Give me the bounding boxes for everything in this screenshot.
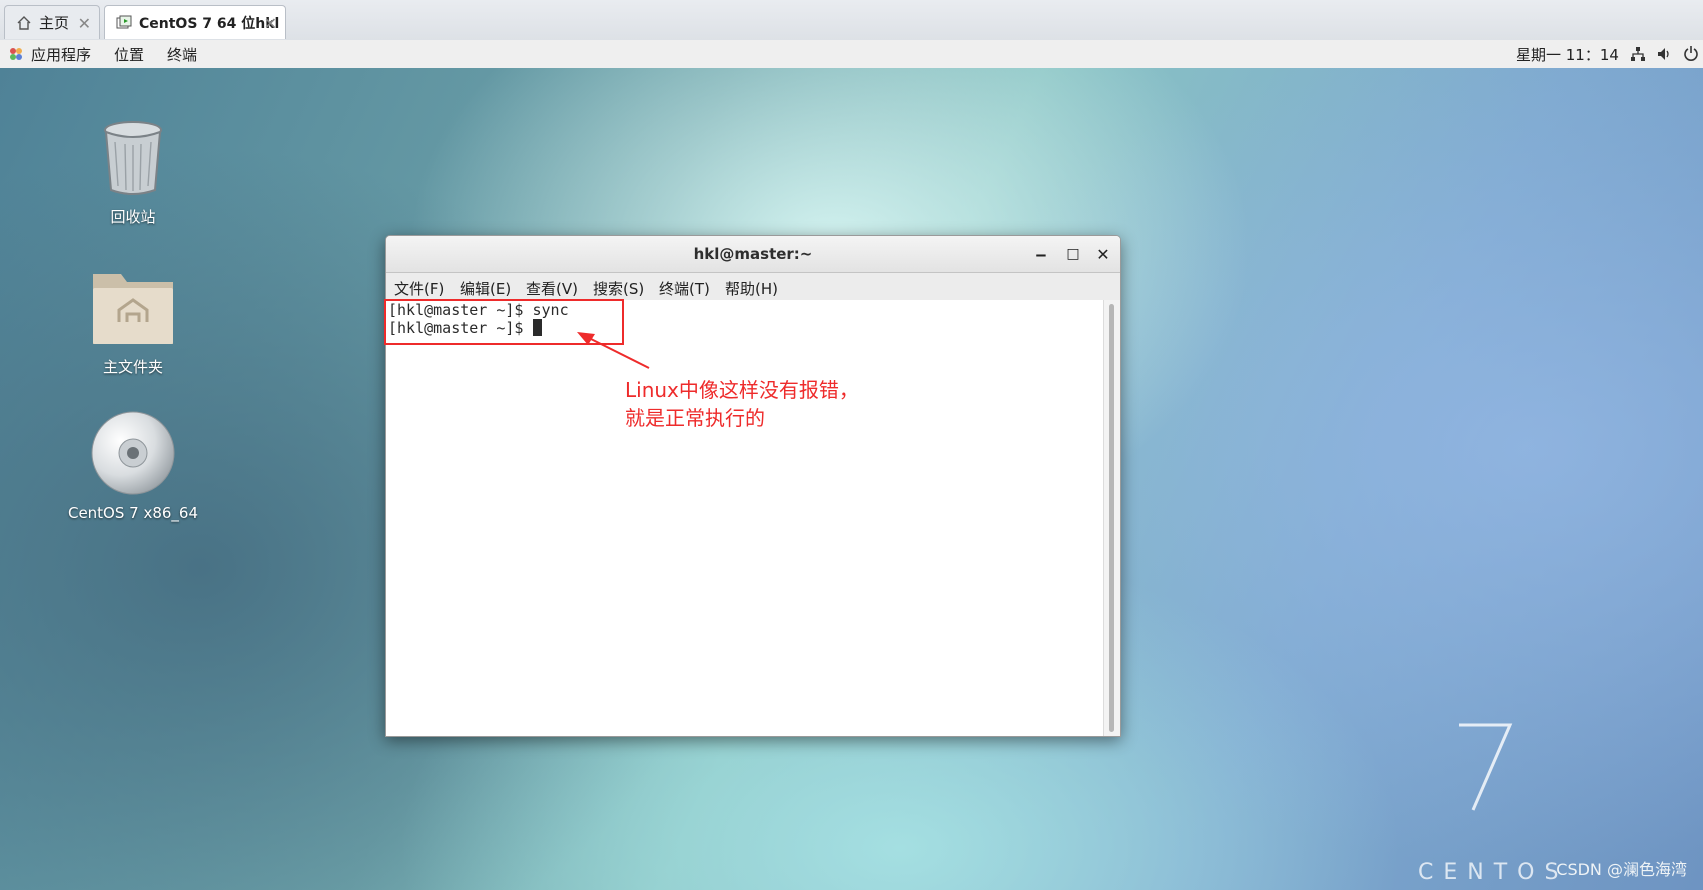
terminal-menubar: 文件(F) 编辑(E) 查看(V) 搜索(S) 终端(T) 帮助(H) bbox=[386, 273, 1120, 301]
clock[interactable]: 星期一 11：14 bbox=[1516, 44, 1619, 65]
home-folder-icon bbox=[93, 274, 173, 344]
desktop-icon-label: CentOS 7 x86_64 bbox=[67, 504, 199, 522]
desktop-icon-trash[interactable]: 回收站 bbox=[63, 118, 203, 227]
volume-icon[interactable] bbox=[1656, 46, 1672, 66]
applications-icon bbox=[8, 46, 24, 66]
csdn-watermark: CSDN @澜色海湾 bbox=[1556, 860, 1687, 879]
disc-icon bbox=[91, 411, 175, 495]
tab-centos-vm-label: CentOS 7 64 位hkl bbox=[139, 15, 280, 32]
annotation-arrow bbox=[577, 332, 650, 369]
close-icon[interactable]: ✕ bbox=[78, 14, 91, 33]
menu-terminal[interactable]: 终端(T) bbox=[659, 278, 710, 299]
minimize-button[interactable]: ‒ bbox=[1029, 242, 1053, 266]
desktop-icon-label: 回收站 bbox=[110, 208, 156, 226]
power-icon[interactable] bbox=[1683, 45, 1699, 65]
menu-edit[interactable]: 编辑(E) bbox=[460, 278, 511, 299]
desktop-icon-disc[interactable]: CentOS 7 x86_64 bbox=[63, 410, 203, 522]
trash-icon bbox=[104, 121, 162, 195]
close-icon[interactable]: ✕ bbox=[264, 14, 277, 33]
desktop-icon-label: 主文件夹 bbox=[102, 358, 163, 376]
vmware-tab-strip: 主页 ✕ CentOS 7 64 位hkl ✕ bbox=[0, 0, 1703, 41]
places-menu[interactable]: 位置 bbox=[114, 44, 144, 65]
desktop-icon-home-folder[interactable]: 主文件夹 bbox=[63, 264, 203, 377]
window-titlebar[interactable]: hkl@master:~ ‒ □ ✕ bbox=[386, 236, 1120, 273]
terminal-scrollbar[interactable] bbox=[1103, 300, 1120, 736]
tab-home-label: 主页 bbox=[39, 14, 70, 32]
annotation-line-2: 就是正常执行的 bbox=[625, 406, 765, 430]
annotation-text: Linux中像这样没有报错， 就是正常执行的 bbox=[625, 376, 859, 432]
tab-centos-vm[interactable]: CentOS 7 64 位hkl ✕ bbox=[104, 5, 286, 39]
menu-help[interactable]: 帮助(H) bbox=[725, 278, 778, 299]
menu-view[interactable]: 查看(V) bbox=[526, 278, 578, 299]
terminal-output[interactable]: [hkl@master ~]$ sync [hkl@master ~]$ bbox=[386, 300, 1104, 736]
network-icon[interactable] bbox=[1630, 46, 1646, 66]
close-button[interactable]: ✕ bbox=[1091, 242, 1115, 266]
tab-home[interactable]: 主页 ✕ bbox=[4, 5, 100, 39]
annotation-line-1: Linux中像这样没有报错， bbox=[625, 378, 859, 402]
menu-file[interactable]: 文件(F) bbox=[394, 278, 444, 299]
applications-menu[interactable]: 应用程序 bbox=[31, 44, 91, 65]
scrollbar-thumb[interactable] bbox=[1109, 304, 1114, 732]
terminal-menu[interactable]: 终端 bbox=[167, 44, 197, 65]
centos-wordmark: CENTOS bbox=[1418, 860, 1569, 885]
home-icon bbox=[15, 14, 33, 32]
maximize-button[interactable]: □ bbox=[1061, 242, 1085, 266]
menu-search[interactable]: 搜索(S) bbox=[593, 278, 644, 299]
vm-icon bbox=[115, 14, 133, 32]
gnome-top-bar: 应用程序 位置 终端 星期一 11：14 bbox=[0, 40, 1703, 69]
centos-7-logo bbox=[1459, 723, 1513, 811]
window-title: hkl@master:~ bbox=[693, 245, 813, 263]
